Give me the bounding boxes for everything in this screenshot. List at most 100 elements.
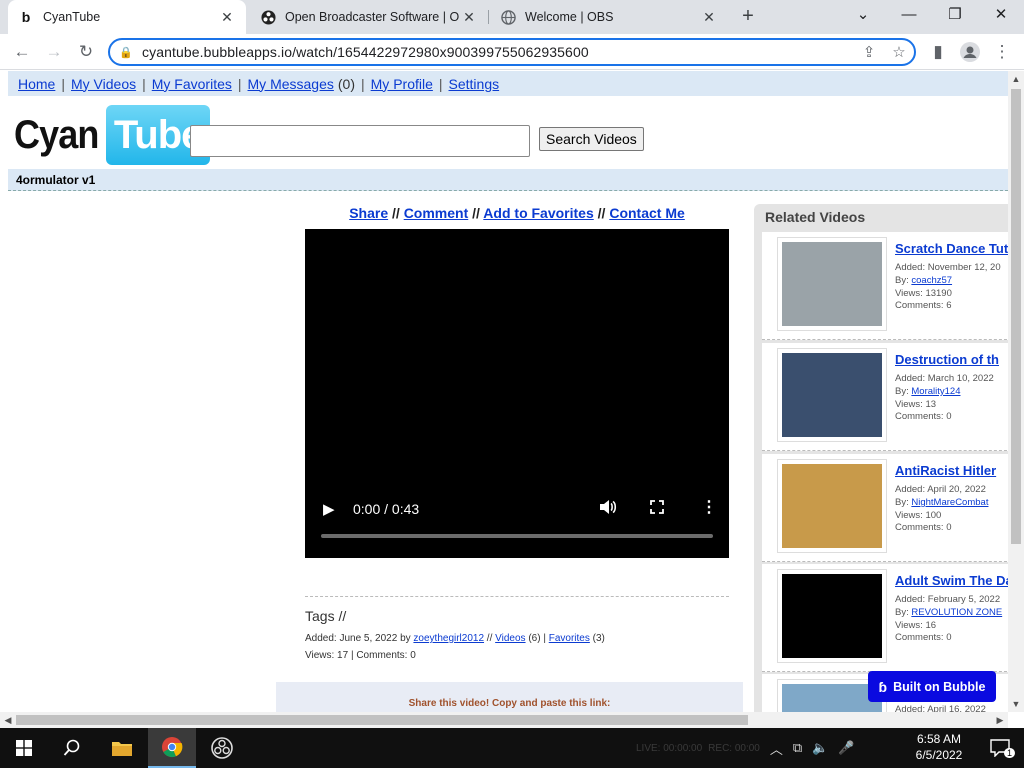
related-video-title[interactable]: Adult Swim The Da [895,573,1008,588]
related-user-link[interactable]: coachz57 [911,275,952,286]
nav-my-favorites[interactable]: My Favorites [152,76,232,92]
volume-icon[interactable]: 🔈 [812,740,828,756]
nav-home[interactable]: Home [18,76,55,92]
page-viewport: Home | My Videos | My Favorites | My Messag… [0,71,1008,712]
related-added: Added: April 16, 2022 [895,704,986,712]
add-to-favorites-link[interactable]: Add to Favorites [483,205,593,221]
chevron-up-icon[interactable]: ︿ [770,739,783,758]
related-video-item[interactable]: AntiRacist Hitler Added: April 20, 2022 By… [762,454,1008,562]
search-videos-button[interactable]: Search Videos [539,127,644,151]
related-user-link[interactable]: Morality124 [911,386,960,397]
search-input[interactable] [190,125,530,157]
comment-link[interactable]: Comment [404,205,469,221]
related-by: By: coachz57 [895,275,953,286]
close-icon[interactable]: ✕ [460,9,478,26]
video-actions: Share // Comment // Add to Favorites // … [349,205,685,221]
related-user-link[interactable]: NightMareCombat [911,497,988,508]
side-panel-icon[interactable]: ▮ [924,38,952,66]
close-icon[interactable]: ✕ [218,9,236,26]
related-video-title[interactable]: AntiRacist Hitler [895,463,996,478]
scroll-thumb[interactable] [1011,89,1021,544]
tab-cyantube[interactable]: b CyanTube ✕ [8,0,246,34]
file-explorer-icon[interactable] [98,728,146,768]
site-logo[interactable]: Cyan Tube [14,105,211,165]
video-thumbnail[interactable] [778,238,886,330]
microphone-icon[interactable]: 🎤 [838,740,854,756]
related-video-title[interactable]: Scratch Dance Tut [895,241,1008,256]
video-thumbnail[interactable] [778,349,886,441]
scroll-right-icon[interactable]: ▶ [992,712,1008,728]
contact-me-link[interactable]: Contact Me [609,205,684,221]
windows-start-icon[interactable] [0,728,48,768]
obs-icon [260,9,276,25]
forward-arrow-icon[interactable]: → [40,38,68,66]
scroll-left-icon[interactable]: ◀ [0,712,16,728]
notification-icon[interactable]: 1 [976,728,1024,768]
rec-status: REC: 00:00 [708,742,760,754]
video-thumbnail[interactable] [778,570,886,662]
menu-kebab-icon[interactable]: ⋮ [988,38,1016,66]
related-comments: Comments: 0 [895,522,952,533]
related-videos-panel: Related Videos Scratch Dance Tut Added: N… [754,204,1008,712]
clock[interactable]: 6:58 AM 6/5/2022 [908,731,970,763]
scroll-thumb[interactable] [16,715,748,725]
nav-settings[interactable]: Settings [449,76,500,92]
nav-my-profile[interactable]: My Profile [371,76,433,92]
volume-icon[interactable] [599,499,617,519]
videos-link[interactable]: Videos [495,633,525,644]
tab-title: Welcome | OBS [525,10,614,24]
more-options-icon[interactable]: ⋮ [701,497,717,517]
nav-my-messages[interactable]: My Messages [248,76,334,92]
share-icon[interactable]: ⇪ [854,43,884,61]
logo-cyan: Cyan [14,112,99,157]
star-icon[interactable]: ☆ [884,43,914,61]
scroll-down-icon[interactable]: ▼ [1008,696,1024,712]
tab-obs[interactable]: Open Broadcaster Software | OBS ✕ [250,0,488,34]
divider [305,596,729,597]
clock-time: 6:58 AM [916,732,962,746]
built-on-bubble-button[interactable]: ɓ Built on Bubble [868,671,996,702]
related-user-link[interactable]: REVOLUTION ZONE [911,607,1002,618]
url-text[interactable]: cyantube.bubbleapps.io/watch/16544229729… [142,44,854,60]
network-icon[interactable]: ⧉ [793,740,802,756]
horizontal-scrollbar[interactable]: ◀ ▶ [0,712,1008,728]
related-video-item[interactable]: Adult Swim The Da Added: February 5, 2022… [762,564,1008,672]
browser-toolbar: ← → ↻ 🔒 cyantube.bubbleapps.io/watch/165… [0,34,1024,70]
favorites-link[interactable]: Favorites [549,633,590,644]
share-link[interactable]: Share [349,205,388,221]
fullscreen-icon[interactable] [650,500,664,518]
video-player[interactable]: ▶ 0:00 / 0:43 ⋮ [305,229,729,558]
clock-date: 6/5/2022 [915,748,963,762]
related-views: Views: 13190 [895,288,952,299]
video-thumbnail[interactable] [778,460,886,552]
lock-icon[interactable]: 🔒 [110,46,142,59]
share-box: Share this video! Copy and paste this li… [276,682,743,712]
reload-icon[interactable]: ↻ [72,38,100,66]
vertical-scrollbar[interactable]: ▲ ▼ [1008,71,1024,712]
close-window-button[interactable]: ✕ [978,0,1024,30]
minimize-button[interactable]: — [886,0,932,30]
play-icon[interactable]: ▶ [323,500,335,518]
related-video-title[interactable]: Destruction of th [895,352,999,367]
back-arrow-icon[interactable]: ← [8,38,36,66]
profile-avatar-icon[interactable] [956,38,984,66]
live-status: LIVE: 00:00:00 [636,742,703,754]
chrome-icon[interactable] [148,728,196,768]
tab-search-chevron-icon[interactable]: ⌄ [840,0,886,30]
nav-my-videos[interactable]: My Videos [71,76,136,92]
seek-bar[interactable] [321,534,713,538]
related-video-item[interactable]: Scratch Dance Tut Added: November 12, 20 B… [762,232,1008,340]
tab-welcome-obs[interactable]: Welcome | OBS ✕ [490,0,728,34]
maximize-button[interactable]: ❐ [932,0,978,30]
uploader-link[interactable]: zoeythegirl2012 [413,633,484,644]
address-bar[interactable]: 🔒 cyantube.bubbleapps.io/watch/165442297… [108,38,916,66]
related-video-item[interactable]: Destruction of th Added: March 10, 2022 By… [762,343,1008,451]
tab-strip: b CyanTube ✕ Open Broadcaster Software |… [0,0,1024,34]
new-tab-button[interactable]: + [736,4,760,28]
close-icon[interactable]: ✕ [700,9,718,26]
obs-icon[interactable] [198,728,246,768]
related-views: Views: 16 [895,620,937,631]
scroll-up-icon[interactable]: ▲ [1008,71,1024,87]
search-icon[interactable] [48,728,96,768]
video-time: 0:00 / 0:43 [353,501,420,517]
